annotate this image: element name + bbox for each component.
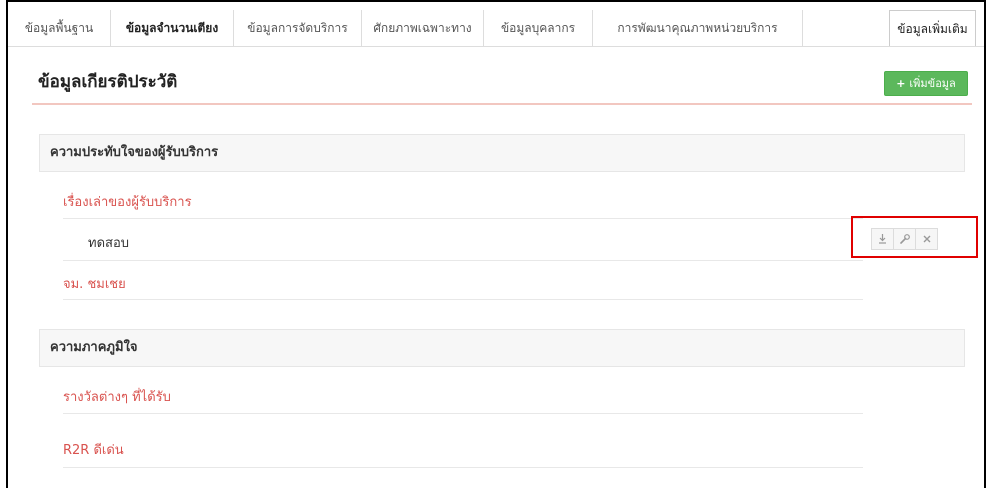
section-header-impression: ความประทับใจของผู้รับบริการ [39,134,965,172]
highlight-box [851,216,978,258]
tab-specialty-capacity[interactable]: ศักยภาพเฉพาะทาง [362,10,484,46]
entry-text: ทดสอบ [88,236,130,251]
category-link-commendation[interactable]: จม. ชมเชย [63,273,126,294]
add-data-button[interactable]: + เพิ่มข้อมูล [884,71,968,96]
section-header-pride: ความภาคภูมิใจ [39,329,965,367]
divider [63,467,863,468]
tab-service-arrangement[interactable]: ข้อมูลการจัดบริการ [234,10,362,46]
tab-personnel[interactable]: ข้อมูลบุคลากร [484,10,593,46]
divider [63,413,863,414]
category-link-r2r[interactable]: R2R ดีเด่น [63,439,124,460]
divider [63,299,863,300]
tab-bed-count[interactable]: ข้อมูลจำนวนเตียง [111,10,234,46]
tab-quality-development[interactable]: การพัฒนาคุณภาพหน่วยบริการ [593,10,803,46]
tab-basic-info[interactable]: ข้อมูลพื้นฐาน [8,10,111,46]
plus-icon: + [896,77,906,90]
category-link-awards[interactable]: รางวัลต่างๆ ที่ได้รับ [63,386,171,407]
add-data-button-label: เพิ่มข้อมูล [909,77,956,90]
divider [63,260,863,261]
page-title: ข้อมูลเกียรติประวัติ [38,72,178,92]
title-divider [32,103,972,105]
tab-bar: ข้อมูลพื้นฐาน ข้อมูลจำนวนเตียง ข้อมูลการ… [8,10,984,47]
tab-more-info[interactable]: ข้อมูลเพิ่มเติม [889,10,976,46]
divider [63,218,863,219]
section-title: ความประทับใจของผู้รับบริการ [50,145,219,160]
category-link-stories[interactable]: เรื่องเล่าของผู้รับบริการ [63,191,192,212]
app-frame: ข้อมูลพื้นฐาน ข้อมูลจำนวนเตียง ข้อมูลการ… [6,0,986,488]
section-title: ความภาคภูมิใจ [50,340,138,355]
